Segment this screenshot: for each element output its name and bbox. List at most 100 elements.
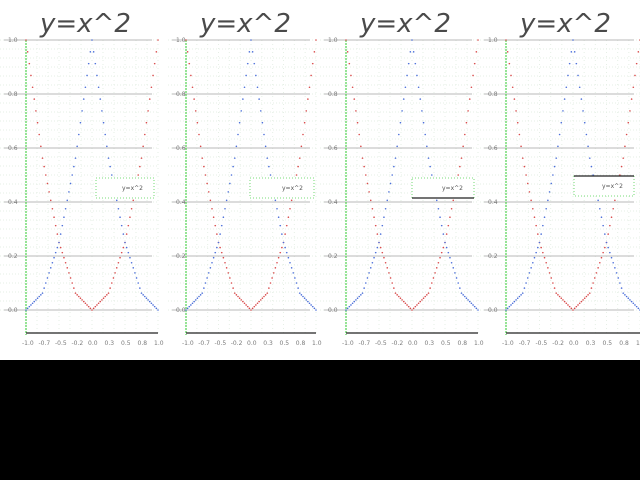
data-point xyxy=(206,182,208,185)
data-point xyxy=(157,39,159,41)
data-point xyxy=(84,302,87,305)
data-point xyxy=(53,256,55,259)
data-point xyxy=(233,292,236,294)
data-point xyxy=(627,297,630,299)
data-point xyxy=(227,272,230,274)
data-point xyxy=(193,98,195,100)
data-point xyxy=(129,216,131,218)
data-point xyxy=(477,39,479,41)
data-point xyxy=(259,299,262,301)
data-point xyxy=(345,39,347,41)
data-point xyxy=(235,145,238,148)
data-point xyxy=(28,62,31,65)
data-point xyxy=(30,74,32,77)
data-point xyxy=(190,304,192,306)
data-point xyxy=(71,174,73,176)
data-point xyxy=(407,305,410,308)
data-point xyxy=(374,224,377,227)
data-point xyxy=(366,277,369,279)
data-point xyxy=(426,294,428,296)
data-point xyxy=(148,300,151,303)
data-point xyxy=(597,199,599,202)
data-point xyxy=(315,39,317,41)
data-point xyxy=(150,86,153,89)
x-tick-label: -1.0 xyxy=(182,340,194,347)
data-point xyxy=(386,267,389,269)
data-point xyxy=(548,272,551,274)
data-point xyxy=(120,251,123,254)
y-tick-label: 0.6 xyxy=(488,145,498,152)
data-point xyxy=(148,98,151,100)
data-point xyxy=(276,207,278,210)
data-point xyxy=(216,246,218,249)
data-point xyxy=(530,199,532,202)
data-point xyxy=(79,297,82,299)
data-point xyxy=(475,51,478,53)
data-point xyxy=(64,261,67,264)
data-point xyxy=(45,282,47,284)
data-point xyxy=(89,307,92,310)
data-point xyxy=(553,287,556,289)
data-point xyxy=(588,292,591,294)
y-tick-label: 0.8 xyxy=(8,91,18,98)
data-point xyxy=(464,133,466,136)
legend-label: y=x^2 xyxy=(282,185,303,192)
data-point xyxy=(242,98,244,100)
data-point xyxy=(258,98,260,100)
data-point xyxy=(426,145,428,148)
data-point xyxy=(33,300,36,303)
data-point xyxy=(578,302,581,305)
data-point xyxy=(371,207,374,210)
data-point xyxy=(246,305,249,308)
data-point xyxy=(475,307,478,310)
data-point xyxy=(363,287,365,289)
data-point xyxy=(508,62,511,65)
data-point xyxy=(289,207,291,210)
data-point xyxy=(196,297,199,299)
data-point xyxy=(35,110,37,112)
data-point xyxy=(92,307,95,310)
data-point xyxy=(191,86,194,89)
data-point xyxy=(523,287,526,289)
data-point xyxy=(518,133,521,136)
data-point xyxy=(153,305,156,308)
data-point xyxy=(505,309,507,311)
data-point xyxy=(590,165,593,168)
x-tick-label: -0.5 xyxy=(55,340,67,347)
data-point xyxy=(78,133,80,136)
data-point xyxy=(431,282,433,284)
data-point xyxy=(431,174,433,176)
data-point xyxy=(73,287,75,289)
data-point xyxy=(607,233,609,235)
data-point xyxy=(102,121,105,124)
data-point xyxy=(155,51,158,53)
data-point xyxy=(188,62,191,65)
data-point xyxy=(279,224,282,227)
data-point xyxy=(295,174,298,176)
data-point xyxy=(43,165,45,168)
data-point xyxy=(152,304,154,306)
data-point xyxy=(271,277,273,279)
x-tick-label: 0.5 xyxy=(441,340,451,347)
data-point xyxy=(570,307,573,310)
data-point xyxy=(36,297,39,299)
data-point xyxy=(115,267,118,269)
data-point xyxy=(599,207,601,210)
x-tick-label: -0.2 xyxy=(552,340,564,347)
data-point xyxy=(127,224,130,227)
data-point xyxy=(277,216,280,218)
data-point xyxy=(452,267,455,269)
data-point xyxy=(30,304,32,306)
data-point xyxy=(424,295,427,298)
y-tick-label: 0.2 xyxy=(488,253,498,260)
data-point xyxy=(238,297,241,299)
data-point xyxy=(452,199,455,202)
x-tick-label: 0.0 xyxy=(569,340,579,347)
data-point xyxy=(295,282,298,284)
legend: y=x^2 xyxy=(95,177,155,199)
data-point xyxy=(302,133,304,136)
data-point xyxy=(617,277,620,279)
data-point xyxy=(532,261,534,264)
data-point xyxy=(348,305,351,308)
data-point xyxy=(470,86,473,89)
